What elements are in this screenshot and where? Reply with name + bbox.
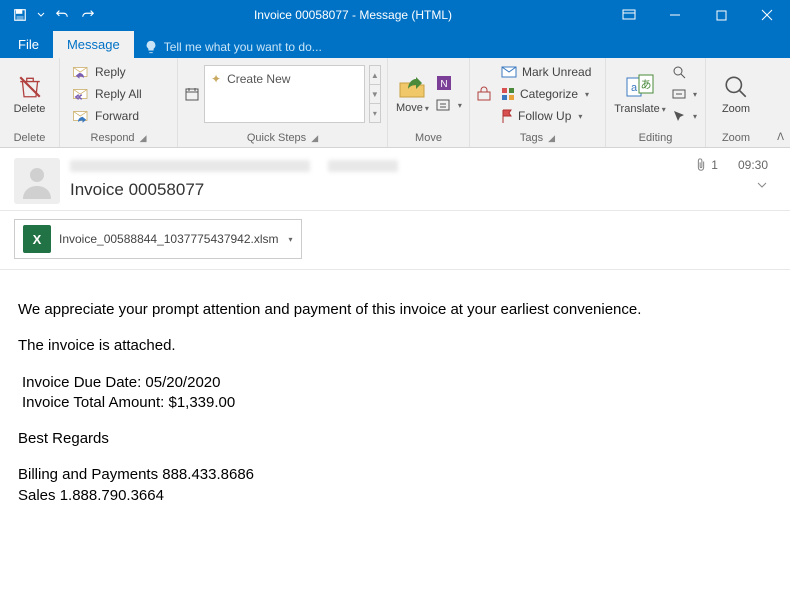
- group-move-label: Move: [388, 130, 469, 147]
- menubar: File Message Tell me what you want to do…: [0, 30, 790, 58]
- message-body: We appreciate your prompt attention and …: [0, 270, 790, 536]
- close-icon[interactable]: [744, 0, 790, 30]
- titlebar: Invoice 00058077 - Message (HTML): [0, 0, 790, 30]
- expand-header-icon[interactable]: [756, 180, 768, 190]
- body-line: Invoice Total Amount: $1,339.00: [22, 393, 772, 413]
- svg-text:あ: あ: [640, 78, 651, 91]
- follow-up-button[interactable]: Follow Up▾: [495, 105, 599, 127]
- avatar-icon: [19, 163, 55, 199]
- related-icon: [672, 87, 686, 101]
- quickstep-more[interactable]: ▾: [369, 103, 381, 123]
- related-button[interactable]: ▾: [670, 83, 699, 105]
- message-header: Invoice 00058077 1 09:30: [0, 148, 790, 211]
- body-line: Billing and Payments 888.433.8686: [18, 465, 772, 485]
- svg-text:N: N: [440, 79, 447, 90]
- mark-unread-button[interactable]: Mark Unread: [495, 61, 599, 83]
- assign-policy-button[interactable]: [476, 86, 493, 102]
- forward-button[interactable]: Forward: [66, 105, 171, 127]
- flag-icon: [501, 109, 513, 123]
- body-line: Invoice Due Date: 05/20/2020: [22, 373, 772, 393]
- attachment-indicator[interactable]: 1: [695, 158, 718, 172]
- delete-icon: [17, 74, 43, 100]
- quicksteps-launcher[interactable]: ◢: [311, 133, 318, 144]
- move-button[interactable]: Move▾: [394, 61, 431, 127]
- window-title: Invoice 00058077 - Message (HTML): [100, 8, 606, 22]
- subject: Invoice 00058077: [70, 180, 685, 200]
- attachment-bar: X Invoice_00588844_1037775437942.xlsm ▾: [0, 211, 790, 270]
- undo-icon[interactable]: [50, 3, 74, 27]
- body-line: Best Regards: [18, 429, 772, 449]
- collapse-ribbon-icon[interactable]: ᐱ: [777, 132, 784, 143]
- reply-all-icon: [72, 87, 90, 101]
- select-button[interactable]: ▾: [670, 105, 699, 127]
- find-icon: [672, 65, 686, 79]
- delete-button[interactable]: Delete: [6, 61, 53, 127]
- calendar-icon[interactable]: [184, 86, 200, 102]
- group-respond-label: Respond: [91, 132, 135, 144]
- paperclip-icon: [695, 158, 707, 172]
- svg-text:a: a: [631, 82, 638, 94]
- sender-avatar: [14, 158, 60, 204]
- tab-message[interactable]: Message: [53, 31, 134, 58]
- redo-icon[interactable]: [76, 3, 100, 27]
- save-icon[interactable]: [8, 3, 32, 27]
- body-line: The invoice is attached.: [18, 336, 772, 356]
- quickstep-up[interactable]: ▲: [369, 65, 381, 84]
- ribbon-display-icon[interactable]: [606, 0, 652, 30]
- categorize-icon: [501, 87, 515, 101]
- group-zoom-label: Zoom: [706, 130, 766, 147]
- reply-icon: [72, 65, 90, 79]
- tags-launcher[interactable]: ◢: [548, 133, 555, 144]
- tell-me-search[interactable]: Tell me what you want to do...: [134, 40, 332, 54]
- body-line: Sales 1.888.790.3664: [18, 486, 772, 506]
- zoom-button[interactable]: Zoom: [712, 61, 760, 127]
- mark-unread-icon: [501, 66, 517, 78]
- minimize-icon[interactable]: [652, 0, 698, 30]
- group-quicksteps-label: Quick Steps: [247, 132, 306, 144]
- lightbulb-icon: [144, 40, 158, 54]
- actions-icon: [435, 97, 451, 113]
- ribbon: Delete Delete Reply Reply All Forward: [0, 58, 790, 148]
- reply-all-button[interactable]: Reply All: [66, 83, 171, 105]
- respond-launcher[interactable]: ◢: [140, 133, 147, 144]
- zoom-icon: [723, 74, 749, 100]
- quickstep-create-new[interactable]: ✦Create New: [204, 65, 365, 123]
- translate-icon: aあ: [626, 74, 654, 100]
- body-line: We appreciate your prompt attention and …: [18, 300, 772, 320]
- find-button[interactable]: [670, 61, 699, 83]
- translate-button[interactable]: aあ Translate▾: [612, 61, 668, 127]
- from-line: [70, 158, 685, 174]
- received-time: 09:30: [738, 158, 768, 172]
- quickstep-down[interactable]: ▼: [369, 84, 381, 103]
- categorize-button[interactable]: Categorize▾: [495, 83, 599, 105]
- tab-file[interactable]: File: [4, 31, 53, 58]
- onenote-icon: N: [435, 74, 453, 92]
- attachment-dropdown-icon[interactable]: ▾: [289, 235, 293, 244]
- attachment-name: Invoice_00588844_1037775437942.xlsm: [59, 232, 279, 246]
- reply-button[interactable]: Reply: [66, 61, 171, 83]
- select-icon: [672, 109, 686, 123]
- actions-button[interactable]: ▾: [433, 94, 464, 116]
- excel-icon: X: [23, 225, 51, 253]
- move-icon: [398, 75, 426, 99]
- forward-icon: [72, 109, 90, 123]
- maximize-icon[interactable]: [698, 0, 744, 30]
- qat-dropdown-icon[interactable]: [34, 3, 48, 27]
- policy-icon: [476, 86, 492, 102]
- group-delete-label: Delete: [0, 130, 59, 147]
- group-tags-label: Tags: [520, 132, 543, 144]
- group-editing-label: Editing: [606, 130, 705, 147]
- attachment-item[interactable]: X Invoice_00588844_1037775437942.xlsm ▾: [14, 219, 302, 259]
- onenote-button[interactable]: N: [433, 72, 464, 94]
